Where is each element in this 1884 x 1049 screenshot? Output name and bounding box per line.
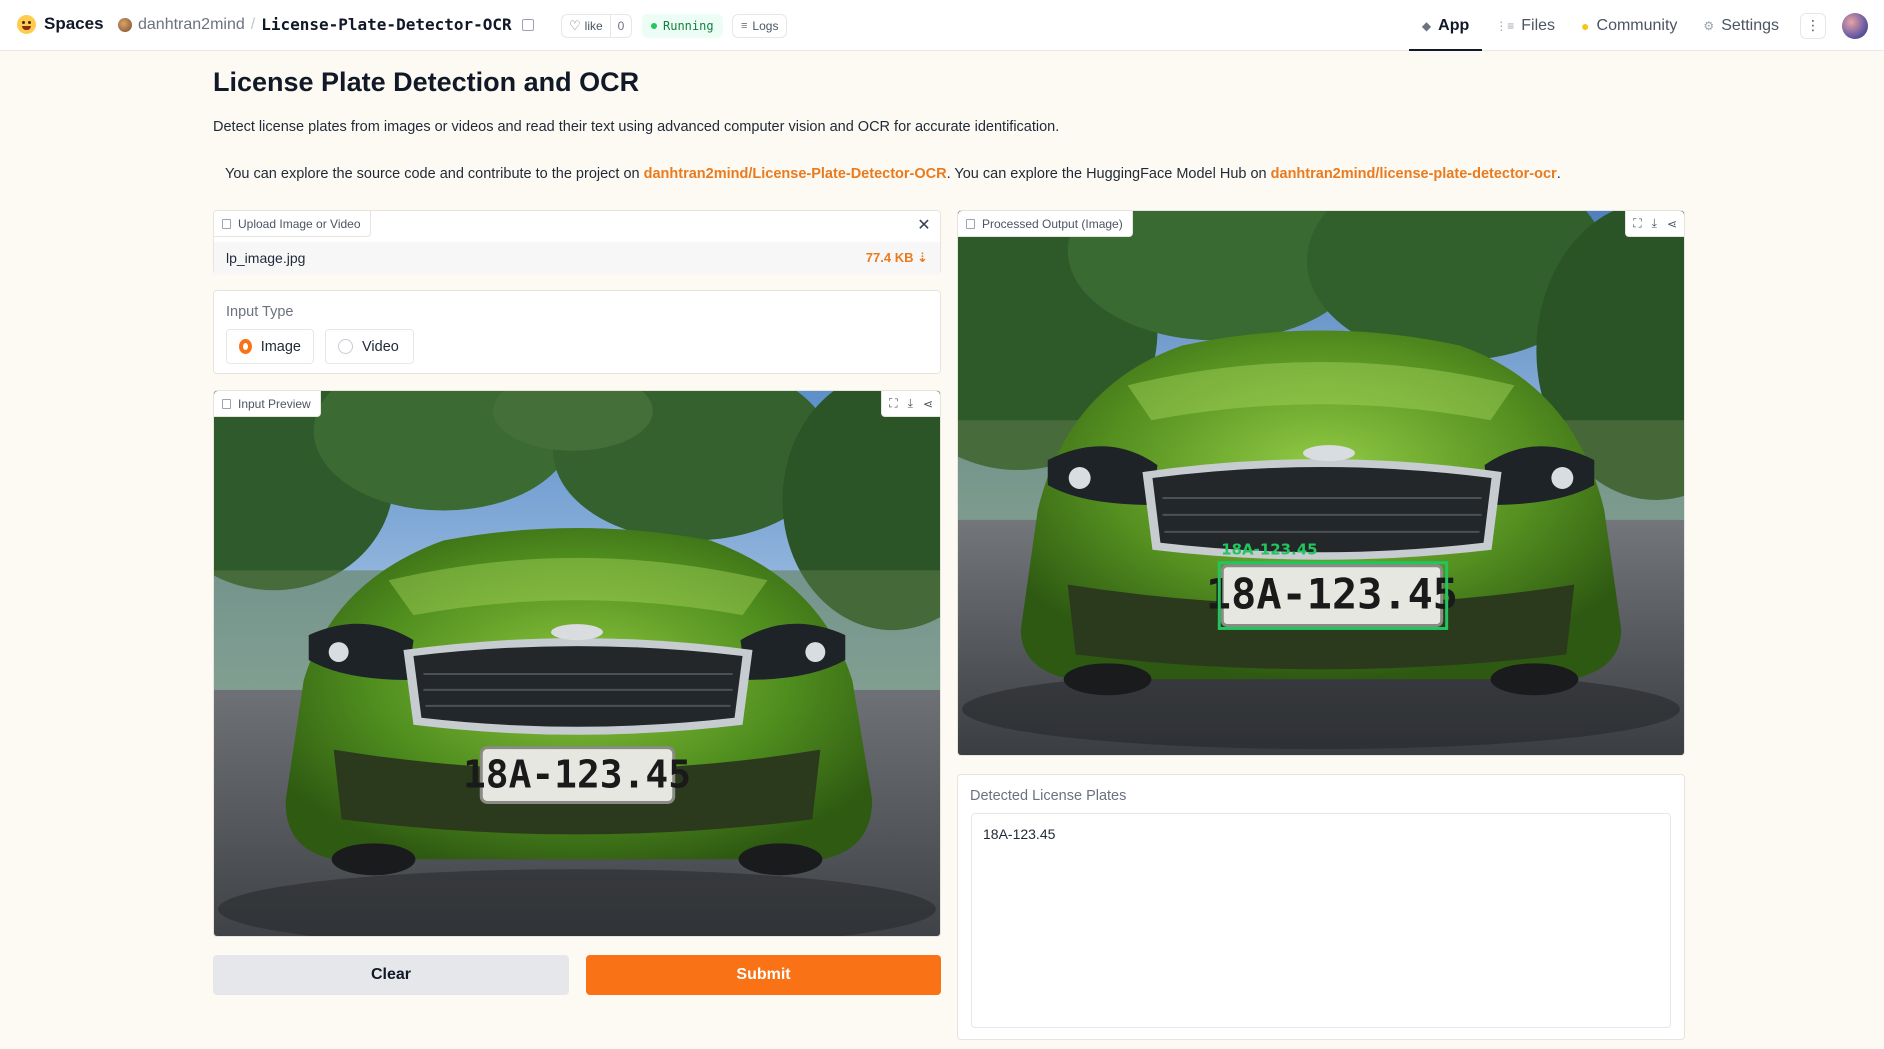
file-name: lp_image.jpg [226,250,306,266]
fullscreen-icon[interactable]: ⛶ [1633,216,1641,231]
close-icon[interactable]: ✕ [914,215,934,235]
owner-link[interactable]: danhtran2mind [138,16,245,34]
share-icon[interactable]: ⋖ [923,397,933,411]
copy-icon[interactable] [521,18,534,31]
owner-avatar [118,17,132,32]
status-text: Running [663,19,714,33]
page-description: Detect license plates from images or vid… [213,119,1060,135]
like-label: like [584,19,603,33]
processed-output-image: Processed Output (Image) ⛶ ⤓ ⋖ 18A-123.4… [957,210,1685,756]
input-type-label: Input Type [226,304,294,320]
image-icon [966,218,975,229]
tab-community[interactable]: ● Community [1568,0,1690,51]
download-icon[interactable]: ⤓ [908,396,913,411]
file-icon [222,218,231,229]
page-title: License Plate Detection and OCR [213,67,640,97]
logs-button[interactable]: ≡ Logs [732,14,788,38]
links-text-3: . [1556,166,1561,182]
radio-video-label: Video [362,338,399,355]
breadcrumb: danhtran2mind / License-Plate-Detector-O… [118,15,534,34]
output-plate-text: 18A-123.45 [1206,570,1458,619]
processed-car-photo: 18A-123.45 18A-123.45 [958,211,1684,755]
detected-plates-label: Detected License Plates [970,788,1127,804]
radio-image[interactable]: Image [226,329,314,364]
detection-overlay-label: 18A-123.45 [1221,541,1317,559]
output-label-text: Processed Output (Image) [982,216,1123,231]
brand-name: Spaces [44,14,104,33]
tab-files-label: Files [1521,16,1556,34]
input-plate-text: 18A-123.45 [463,753,691,797]
clear-button[interactable]: Clear [213,955,569,995]
breadcrumb-separator: / [250,15,256,33]
output-label: Processed Output (Image) [958,211,1133,237]
more-options-button[interactable]: ⋮ [1800,12,1826,39]
community-icon: ● [1581,17,1590,34]
user-avatar[interactable] [1842,12,1868,39]
logs-label: Logs [752,19,779,33]
upload-label: Upload Image or Video [214,211,371,237]
file-size-download[interactable]: 77.4 KB ⇣ [866,250,928,266]
radio-video[interactable]: Video [325,329,414,364]
huggingface-logo-icon [17,14,36,34]
input-preview-image: Input Preview ⛶ ⤓ ⋖ 18A-123.45 [213,390,941,937]
model-hub-link[interactable]: danhtran2mind/license-plate-detector-ocr [1271,166,1557,182]
status-dot-icon [651,23,657,29]
tab-settings[interactable]: ⚙ Settings [1690,0,1792,51]
like-count: 0 [609,15,632,37]
top-header: Spaces danhtran2mind / License-Plate-Det… [0,0,1884,51]
links-text-1: You can explore the source code and cont… [225,166,644,182]
tab-settings-label: Settings [1721,16,1779,34]
submit-button[interactable]: Submit [586,955,941,995]
links-text-2: . You can explore the HuggingFace Model … [946,166,1271,182]
logs-icon: ≡ [741,20,748,32]
app-icon: ◆ [1421,18,1432,33]
detected-plates-output[interactable]: 18A-123.45 [971,813,1671,1028]
fullscreen-icon[interactable]: ⛶ [889,396,897,411]
repo-name-link[interactable]: License-Plate-Detector-OCR [261,15,511,34]
image-icon [222,398,231,409]
source-links-text: You can explore the source code and cont… [225,166,1561,182]
tab-app-label: App [1438,16,1470,34]
files-icon: ⋮≡ [1495,18,1515,33]
heart-icon: ♡ [569,18,581,33]
share-icon[interactable]: ⋖ [1667,217,1677,231]
car-photo: 18A-123.45 [214,391,940,936]
upload-label-text: Upload Image or Video [238,216,361,231]
radio-checked-icon [239,339,252,354]
radio-image-label: Image [260,338,301,355]
detected-plates-textbox: Detected License Plates 18A-123.45 [957,774,1685,1040]
tab-app[interactable]: ◆ App [1408,0,1483,51]
radio-unchecked-icon [338,339,353,354]
spaces-brand[interactable]: Spaces [17,14,104,34]
input-preview-label: Input Preview [214,391,321,417]
more-icon: ⋮ [1806,17,1820,33]
space-nav: ◆ App ⋮≡ Files ● Community ⚙ Settings ⋮ [1408,0,1884,51]
download-icon[interactable]: ⤓ [1652,216,1657,231]
like-button[interactable]: ♡ like 0 [561,14,633,38]
upload-file-component[interactable]: Upload Image or Video ✕ lp_image.jpg 77.… [213,210,941,274]
input-preview-toolbar: ⛶ ⤓ ⋖ [881,391,940,417]
tab-community-label: Community [1596,16,1678,34]
gear-icon: ⚙ [1703,18,1715,33]
input-preview-label-text: Input Preview [238,396,311,411]
input-type-radio-group: Input Type Image Video [213,290,941,374]
github-repo-link[interactable]: danhtran2mind/License-Plate-Detector-OCR [644,166,947,182]
uploaded-file-row: lp_image.jpg 77.4 KB ⇣ [214,242,940,274]
output-toolbar: ⛶ ⤓ ⋖ [1625,211,1684,237]
status-badge[interactable]: Running [642,14,723,38]
tab-files[interactable]: ⋮≡ Files [1482,0,1568,51]
